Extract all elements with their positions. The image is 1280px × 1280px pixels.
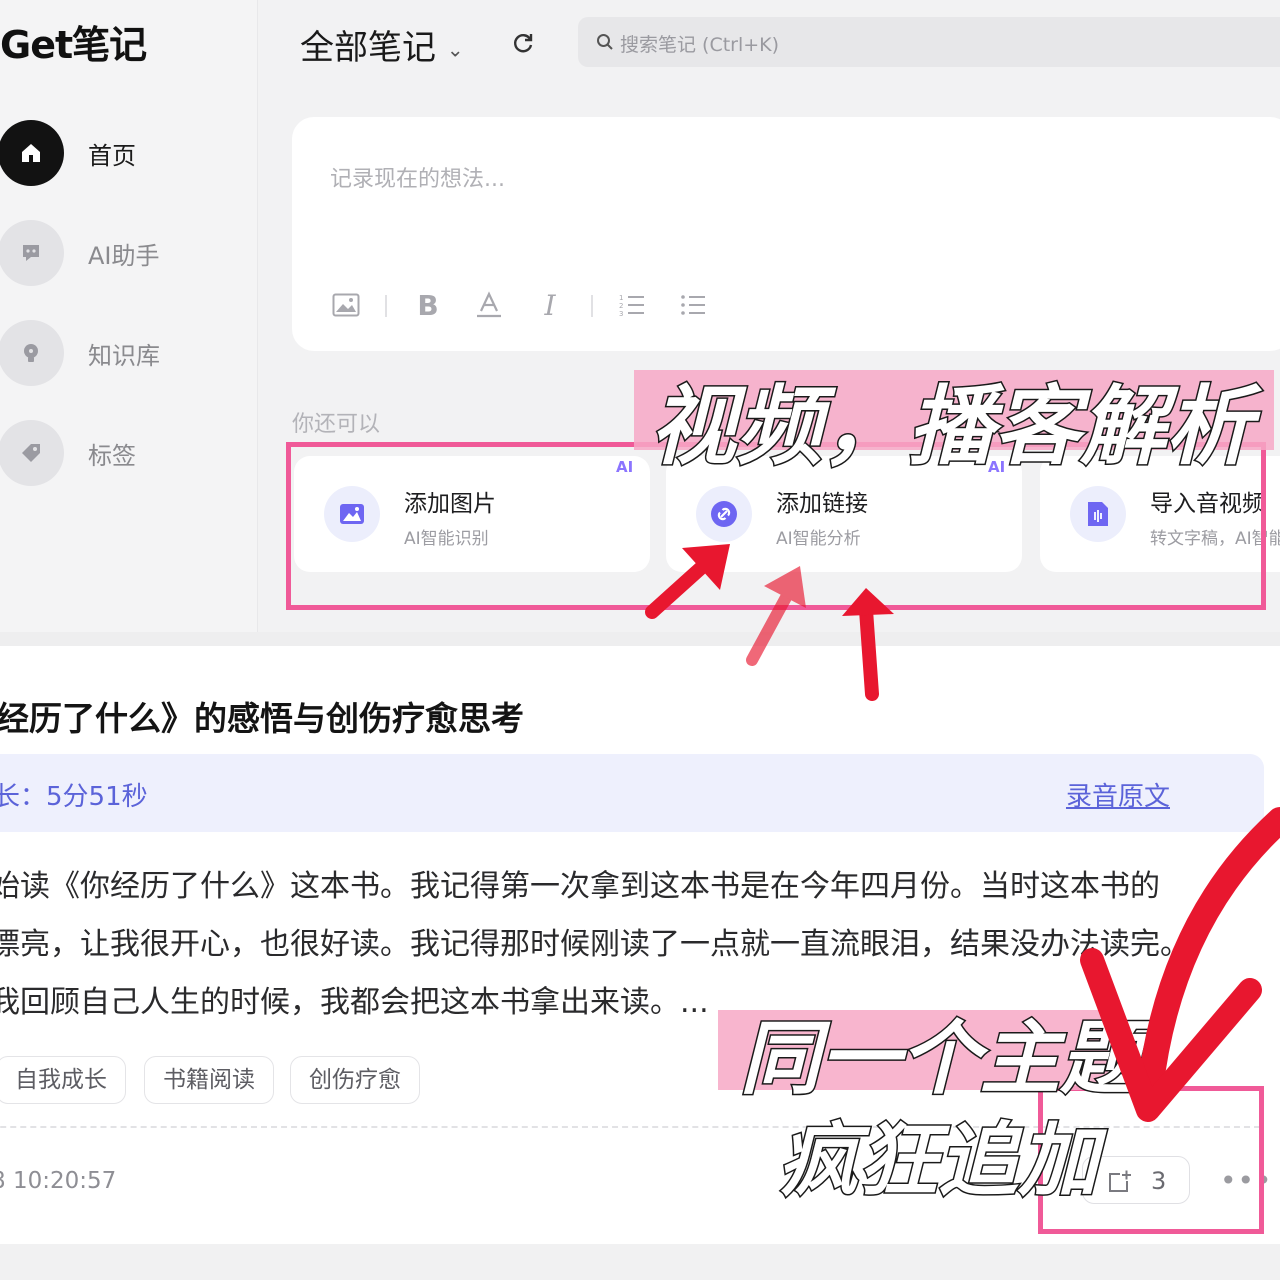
arrow-annotation-1 [645, 544, 730, 619]
annotation-arrows [645, 544, 1280, 1122]
arrow-annotation-4 [1080, 807, 1280, 1122]
arrow-annotation-2 [746, 566, 806, 666]
arrow-annotation-3 [842, 588, 894, 701]
screenshot-stage: Get笔记 首页 AI助手 知识库 标签 全部笔记 ⌄ 搜索笔记 (Ctrl+K… [0, 0, 1280, 1280]
